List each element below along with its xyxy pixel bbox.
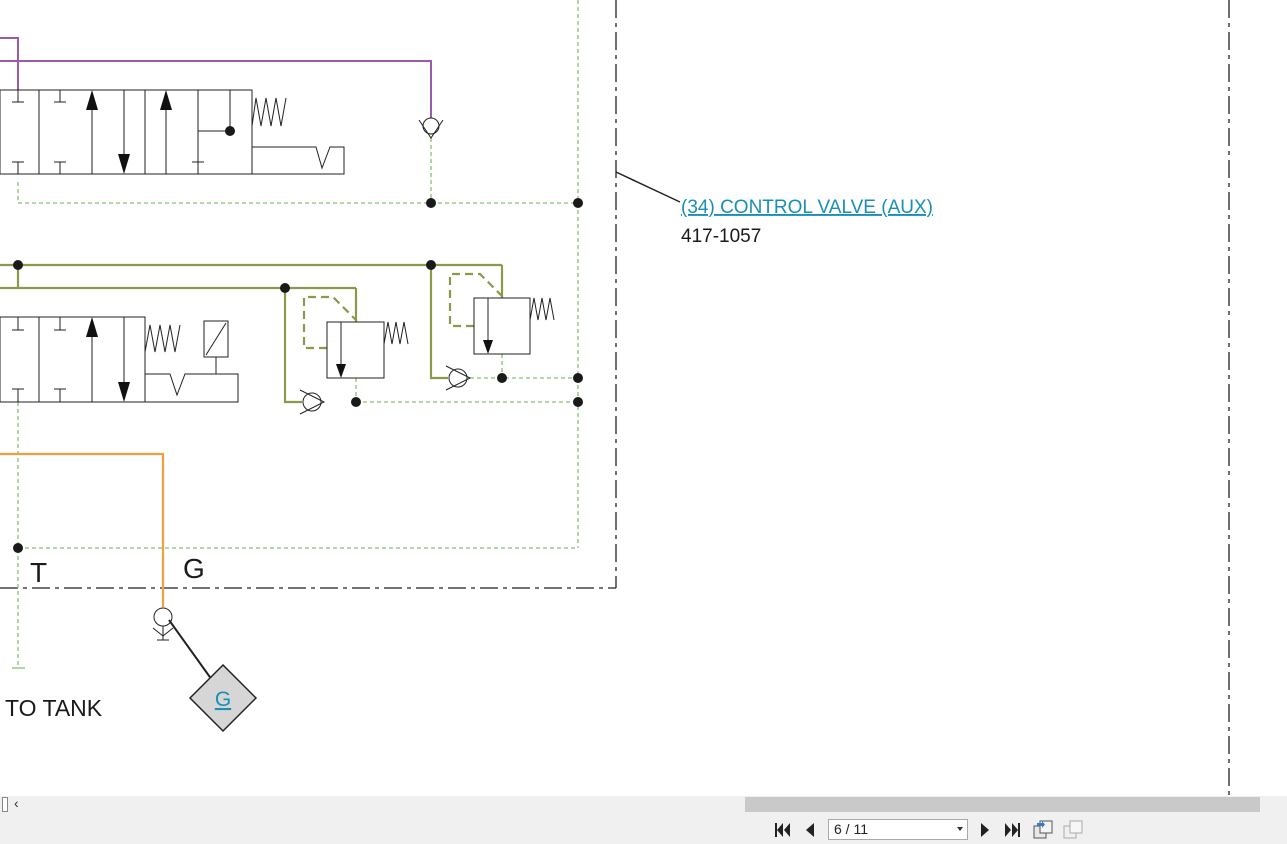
relief-valve-right	[473, 297, 555, 355]
last-page-icon	[1005, 823, 1020, 837]
component-boundary	[0, 0, 1230, 796]
gauge-link[interactable]: G	[215, 688, 231, 711]
to-tank-label: TO TANK	[5, 695, 103, 721]
relief-pilot-dashes	[302, 272, 503, 350]
gauge-leader	[168, 619, 213, 681]
previous-page-button[interactable]	[800, 820, 820, 840]
upper-valve-spool	[0, 89, 345, 175]
callout-leader	[615, 171, 681, 203]
orange-gauge-line	[0, 452, 165, 607]
first-page-button[interactable]	[772, 820, 792, 840]
next-page-button[interactable]	[975, 820, 995, 840]
hydraulic-schematic: (34) CONTROL VALVE (AUX) 417-1057 T G TO…	[0, 0, 1230, 796]
horizontal-scroll-thumb[interactable]	[745, 797, 1260, 812]
next-page-icon	[981, 823, 989, 837]
page-indicator: 6 / 11	[834, 821, 868, 837]
multi-page-button[interactable]	[1063, 820, 1083, 840]
callout-label[interactable]: (34) CONTROL VALVE (AUX)	[681, 197, 933, 218]
multi-page-icon	[1063, 820, 1083, 839]
relief-valve-left	[326, 321, 409, 379]
last-page-button[interactable]	[1003, 820, 1023, 840]
callout-part-number: 417-1057	[681, 226, 761, 247]
purple-supply-line	[0, 37, 432, 118]
scroll-left-edge[interactable]	[2, 797, 8, 812]
first-page-icon	[775, 823, 790, 837]
page-selector[interactable]: 6 / 11	[828, 819, 968, 840]
port-t-label: T	[30, 557, 47, 588]
green-supply-line	[0, 263, 504, 404]
copy-page-icon	[1033, 820, 1053, 839]
chevron-down-icon	[957, 827, 963, 831]
port-g-label: G	[183, 553, 205, 584]
copy-page-button[interactable]	[1033, 820, 1053, 840]
scroll-left-arrow-icon[interactable]: ‹	[14, 795, 19, 811]
previous-page-icon	[806, 823, 814, 837]
junction-dots	[13, 126, 583, 553]
lower-valve-spool	[0, 316, 239, 403]
